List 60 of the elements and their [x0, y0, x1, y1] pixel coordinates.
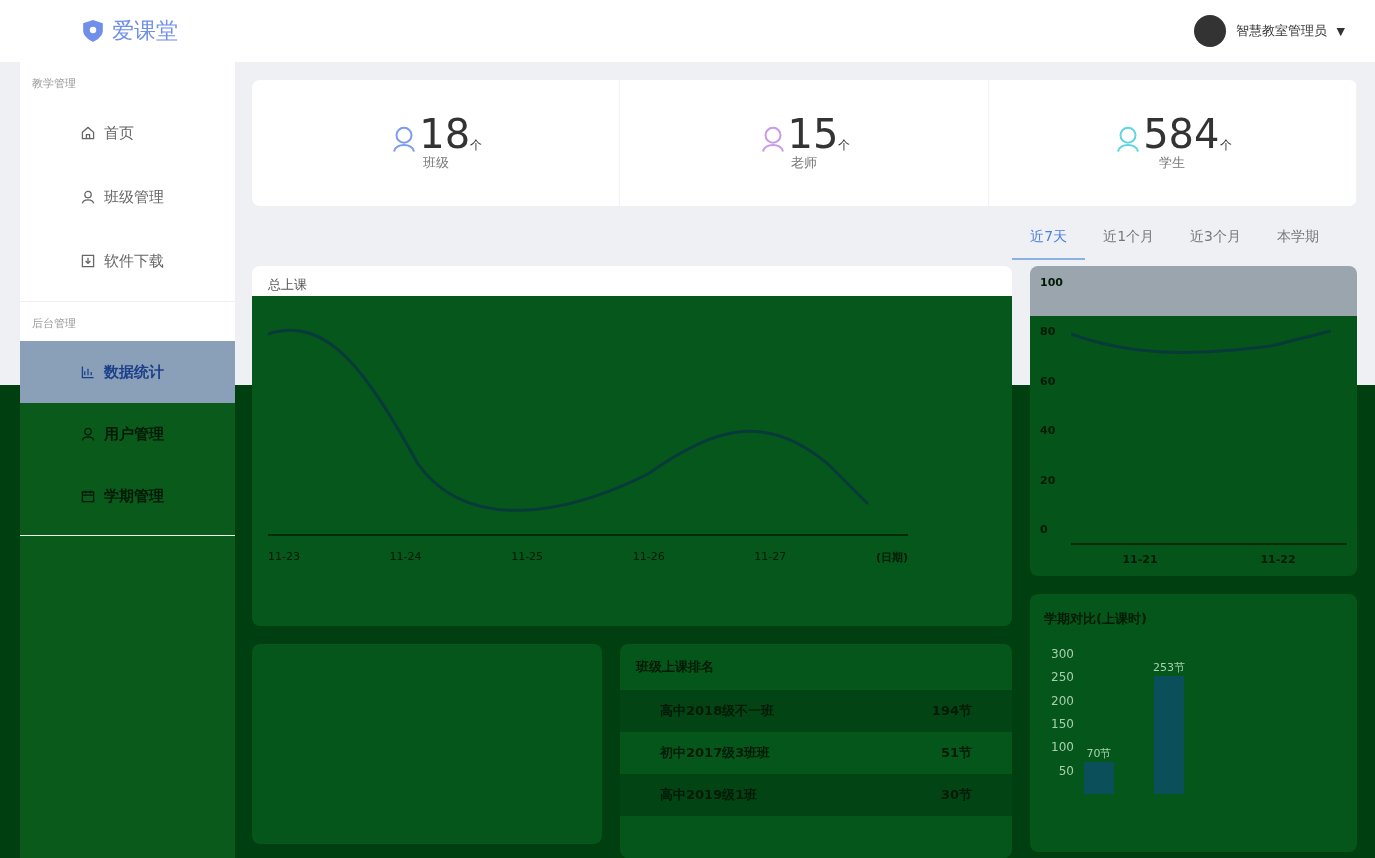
axis-label: 11-26 — [632, 550, 665, 565]
axis-label: 80 — [1040, 325, 1057, 339]
stat-label: 班级 — [422, 154, 449, 172]
stat-label: 学生 — [1159, 154, 1186, 172]
card-title: 学期对比(上课时) — [1044, 611, 1147, 626]
stat-unit: 个 — [838, 138, 851, 154]
chart-icon — [80, 364, 96, 380]
axis-label: 100 — [1040, 276, 1063, 289]
period-tab[interactable]: 近1个月 — [1085, 228, 1173, 260]
card-title: 总上课 — [268, 276, 308, 294]
axis-label: 300 — [1051, 647, 1074, 661]
axis-label: 11-21 — [1122, 553, 1158, 566]
avatar[interactable] — [1193, 15, 1226, 47]
axis-label: 11-27 — [754, 550, 787, 565]
sidebar-group-title: 后台管理 — [31, 316, 77, 331]
axis-label: 11-25 — [511, 550, 544, 565]
calendar-icon — [80, 488, 96, 504]
user-name[interactable]: 智慧教室管理员 — [1235, 22, 1327, 40]
sidebar-item[interactable]: 数据统计 — [20, 341, 235, 403]
sidebar-item[interactable]: 学期管理 — [20, 465, 235, 527]
bar-value-label: 253节 — [1153, 661, 1185, 674]
sidebar-item[interactable]: 班级管理 — [20, 165, 235, 229]
card-title: 班级上课排名 — [634, 658, 715, 676]
stat-value: 18 — [419, 114, 471, 154]
axis-label: 11-23 — [268, 550, 300, 565]
axis-label: 11-24 — [389, 550, 422, 565]
logo-text: 爱课堂 — [112, 17, 178, 45]
home-icon — [80, 125, 96, 141]
bar-value-label: 70节 — [1086, 747, 1112, 760]
period-tab[interactable]: 近7天 — [1012, 228, 1086, 260]
axis-label: 100 — [1051, 740, 1074, 755]
axis-title: (日期) — [875, 550, 908, 565]
stat-unit: 个 — [470, 138, 483, 154]
lesson-count: 51节 — [940, 744, 972, 762]
stat-value: 15 — [787, 114, 839, 154]
class-name: 初中2017级3班班 — [660, 744, 771, 762]
axis-label: 250 — [1051, 670, 1074, 685]
sidebar-item[interactable]: 用户管理 — [20, 403, 235, 465]
axis-label: 40 — [1040, 424, 1057, 438]
caret-icon[interactable]: ▼ — [1336, 24, 1345, 38]
axis-label: 20 — [1040, 473, 1057, 487]
download-icon — [80, 253, 96, 269]
bar — [1084, 762, 1114, 794]
period-tab[interactable]: 本学期 — [1259, 228, 1337, 260]
user-icon — [80, 189, 96, 205]
axis-label: 150 — [1051, 716, 1074, 731]
stat-unit: 个 — [1219, 137, 1232, 154]
period-tab[interactable]: 近3个月 — [1172, 228, 1259, 260]
axis-label: 50 — [1058, 763, 1074, 778]
sidebar-group-title: 教学管理 — [31, 76, 77, 91]
axis-label: 11-22 — [1260, 553, 1296, 566]
stat-label: 老师 — [791, 154, 817, 172]
axis-label: 200 — [1051, 693, 1074, 708]
stat-value: 584 — [1143, 114, 1220, 154]
user-icon — [80, 426, 96, 442]
sidebar-item[interactable]: 软件下载 — [20, 229, 235, 293]
sidebar-item[interactable]: 首页 — [20, 101, 235, 165]
shield-logo-icon — [82, 19, 104, 43]
axis-label: 60 — [1040, 374, 1057, 388]
axis-label: 0 — [1040, 522, 1049, 536]
